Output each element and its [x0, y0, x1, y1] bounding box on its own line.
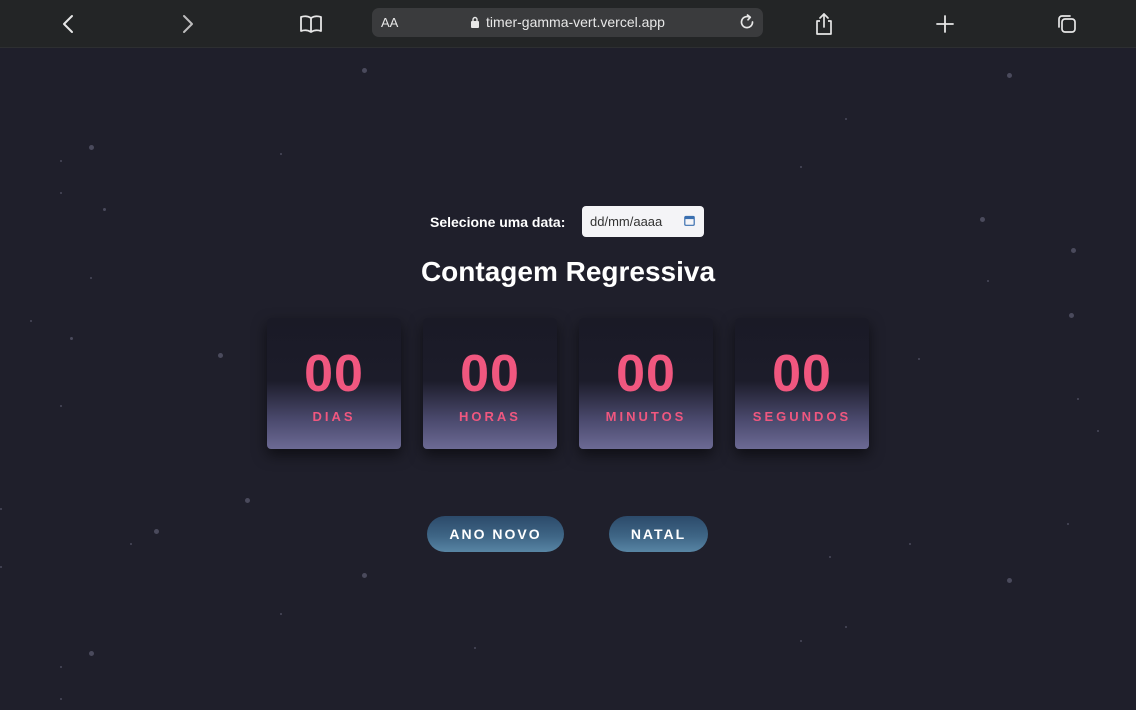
url-display[interactable]: timer-gamma-vert.vercel.app — [372, 14, 763, 30]
star — [1067, 523, 1069, 525]
star — [1077, 398, 1079, 400]
star — [845, 626, 847, 628]
countdown-cards: 00 DIAS 00 HORAS 00 MINUTOS 00 SEGUNDOS — [267, 318, 869, 450]
star — [60, 666, 62, 668]
star — [218, 353, 223, 358]
star — [60, 160, 62, 162]
page-content: Selecione uma data: dd/mm/aaaa Contagem … — [0, 48, 1136, 710]
countdown-seconds: 00 SEGUNDOS — [735, 318, 869, 449]
date-placeholder: dd/mm/aaaa — [590, 214, 663, 229]
star — [1007, 578, 1012, 583]
star — [0, 508, 2, 510]
minutes-value: 00 — [616, 345, 676, 403]
tabs-button[interactable] — [1052, 9, 1082, 39]
tabs-icon — [1058, 15, 1076, 33]
browser-toolbar: AA timer-gamma-vert.vercel.app — [0, 0, 1136, 48]
star — [130, 543, 132, 545]
days-value: 00 — [304, 345, 364, 403]
star — [1069, 313, 1074, 318]
lock-icon — [471, 16, 480, 28]
date-input[interactable]: dd/mm/aaaa — [582, 206, 704, 237]
christmas-button[interactable]: NATAL — [609, 516, 708, 552]
reload-icon[interactable] — [738, 13, 756, 31]
countdown-days: 00 DIAS — [267, 318, 401, 449]
new-tab-button[interactable] — [930, 9, 960, 39]
star — [362, 573, 367, 578]
star — [845, 118, 847, 120]
days-label: DIAS — [312, 409, 356, 424]
calendar-icon[interactable] — [684, 215, 695, 226]
star — [60, 192, 62, 194]
seconds-value: 00 — [772, 345, 832, 403]
new-tab-plus-icon — [936, 15, 954, 33]
forward-button[interactable] — [173, 9, 203, 39]
star — [918, 358, 920, 360]
star — [280, 613, 282, 615]
new-year-button[interactable]: ANO NOVO — [427, 516, 564, 552]
back-icon — [63, 15, 73, 33]
star — [280, 153, 282, 155]
countdown-minutes: 00 MINUTOS — [579, 318, 713, 449]
star — [70, 337, 73, 340]
share-button[interactable] — [809, 9, 839, 39]
star — [60, 405, 62, 407]
star — [245, 498, 250, 503]
back-button[interactable] — [53, 9, 83, 39]
hours-value: 00 — [460, 345, 520, 403]
star — [1097, 430, 1099, 432]
minutes-label: MINUTOS — [605, 409, 687, 424]
reader-book-icon — [300, 15, 322, 33]
forward-icon — [183, 15, 193, 33]
star — [1071, 248, 1076, 253]
star — [89, 145, 94, 150]
star — [154, 529, 159, 534]
url-text: timer-gamma-vert.vercel.app — [486, 14, 665, 30]
star — [800, 640, 802, 642]
star — [474, 647, 476, 649]
hours-label: HORAS — [459, 409, 521, 424]
star — [30, 320, 32, 322]
star — [800, 166, 802, 168]
date-selector: Selecione uma data: dd/mm/aaaa — [0, 206, 1136, 238]
countdown-hours: 00 HORAS — [423, 318, 557, 449]
seconds-label: SEGUNDOS — [752, 409, 852, 424]
address-bar[interactable]: AA timer-gamma-vert.vercel.app — [372, 8, 763, 37]
star — [829, 556, 831, 558]
star — [1007, 73, 1012, 78]
date-label: Selecione uma data: — [430, 214, 566, 230]
star — [60, 698, 62, 700]
star — [0, 566, 2, 568]
star — [362, 68, 367, 73]
page-title: Contagem Regressiva — [420, 256, 716, 287]
reader-button[interactable] — [296, 9, 326, 39]
star — [909, 543, 911, 545]
star — [89, 651, 94, 656]
share-icon — [816, 13, 832, 35]
